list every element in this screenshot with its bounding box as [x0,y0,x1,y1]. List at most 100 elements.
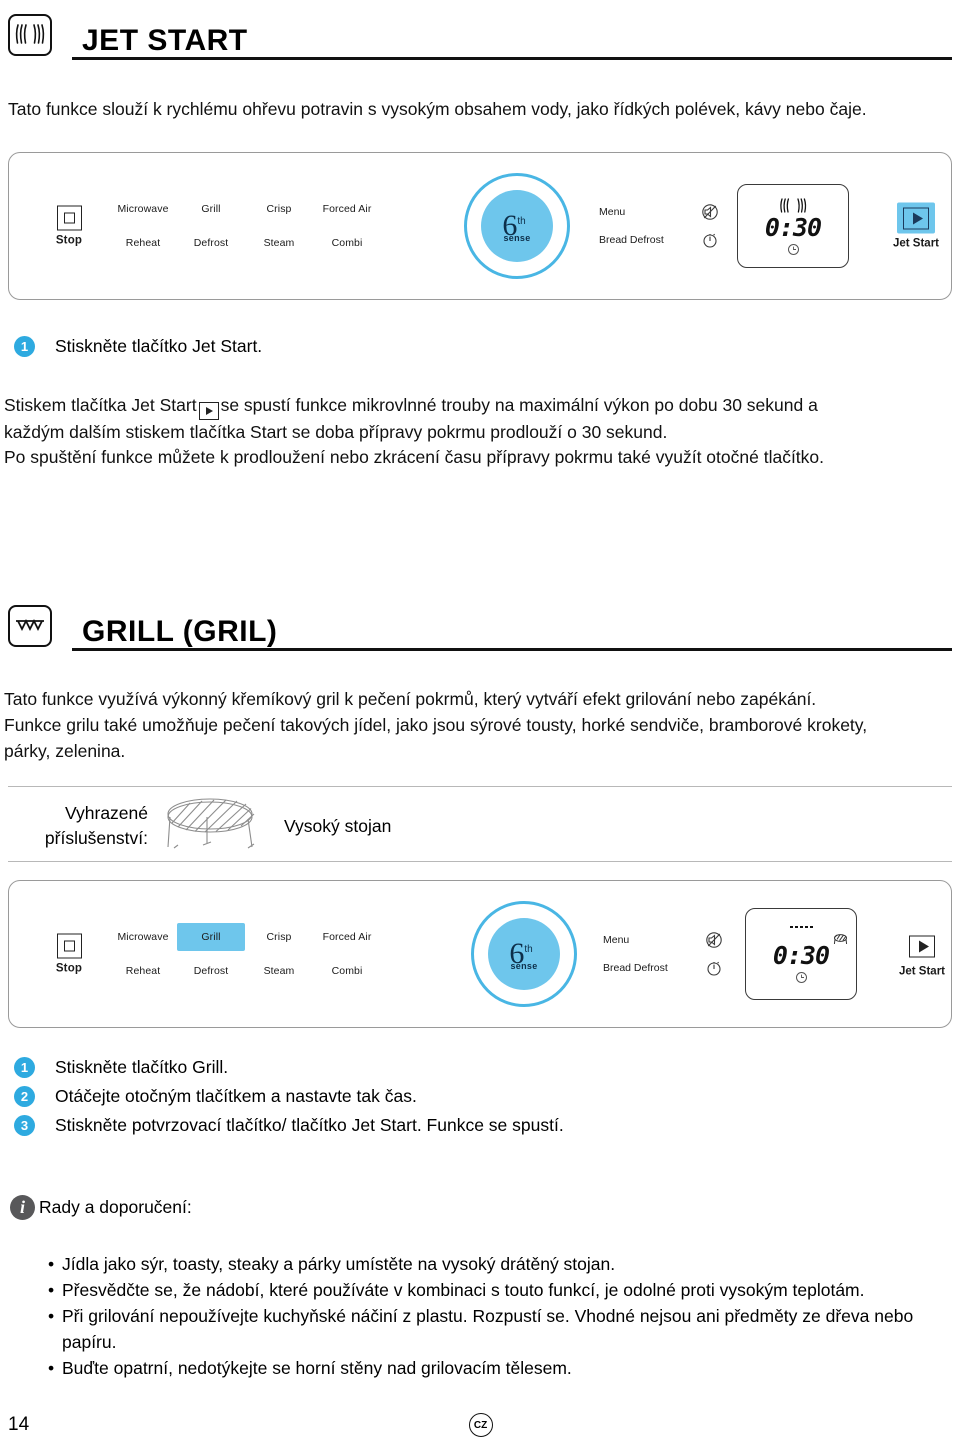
dial-six-digit-2: 6 [509,937,525,970]
bread-defrost-button-2[interactable]: Bread Defrost [603,954,723,982]
menu-options-1[interactable]: Menu Bread Defrost [599,198,719,254]
grill-rack-indicator-icon [833,934,848,945]
stop-button[interactable]: Stop [41,205,97,247]
jet-start-body: Stiskem tlačítka Jet Start se spustí fun… [4,393,952,470]
display-top-indicators [746,923,856,945]
function-button-forced-air[interactable]: Forced Air [313,195,381,223]
body-text-part-b: se spustí funkce mikrovlnné trouby na ma… [220,395,818,415]
display-screen-2: 0:30 [745,908,857,1000]
function-button-steam[interactable]: Steam [245,957,313,985]
stop-square-icon [56,933,82,959]
control-panel-grill[interactable]: Stop Microwave Grill Crisp Forced Air Re… [8,880,952,1028]
display-time-value: 0:30 [764,213,822,242]
body-text-part-a: Stiskem tlačítka Jet Start [4,395,197,415]
control-panel-jet-start[interactable]: Stop Microwave Grill Crisp Forced Air Re… [8,152,952,300]
grill-header: GRILL (GRIL) [8,597,952,653]
function-button-crisp[interactable]: Crisp [245,923,313,951]
step-label: Stiskněte potvrzovací tlačítko/ tlačítko… [55,1115,564,1135]
grill-body: Tato funkce využívá výkonný křemíkový gr… [4,686,952,764]
step-label: Otáčejte otočným tlačítkem a nastavte ta… [55,1086,417,1106]
jet-start-key[interactable] [897,202,935,234]
function-button-grill-active[interactable]: Grill [177,923,245,951]
rotary-dial-6th-sense[interactable]: 6th sense [464,173,570,279]
grill-steps: 1 Stiskněte tlačítko Grill. 2 Otáčejte o… [14,1055,952,1142]
menu-button[interactable]: Menu [599,198,719,226]
step-label: Stiskněte tlačítko Grill. [55,1057,229,1077]
step-bullet: 2 [14,1086,35,1107]
play-triangle-icon [903,207,929,229]
function-button-combi[interactable]: Combi [313,229,381,257]
dial-six-digit: 6 [502,209,518,242]
step-item: 2 Otáčejte otočným tlačítkem a nastavte … [14,1084,952,1109]
function-button-microwave[interactable]: Microwave [109,195,177,223]
info-icon: i [10,1195,35,1220]
stop-button-2[interactable]: Stop [41,933,97,975]
accessory-rule-top [8,786,952,787]
timer-icon [705,959,723,977]
menu-label: Menu [599,206,626,218]
jet-start-button-2[interactable]: Jet Start [887,931,957,978]
jet-start-label-2: Jet Start [898,965,946,978]
menu-button-2[interactable]: Menu [603,926,723,954]
function-button-crisp[interactable]: Crisp [245,195,313,223]
jet-start-intro: Tato funkce slouží k rychlému ohřevu pot… [8,99,867,119]
function-button-reheat[interactable]: Reheat [109,229,177,257]
timer-icon [701,231,719,249]
bread-defrost-button[interactable]: Bread Defrost [599,226,719,254]
steam-waves-icon [738,195,848,215]
list-item: Jídla jako sýr, toasty, steaky a párky u… [48,1251,952,1277]
tips-heading-row: i Rady a doporučení: [10,1195,192,1220]
clock-icon [795,969,808,985]
dial-th-suffix: th [517,216,526,227]
locale-badge: CZ [468,1413,493,1437]
menu-label-2: Menu [603,934,630,946]
grill-section: GRILL (GRIL) [8,597,952,653]
accessory-rule-bottom [8,861,952,862]
accessory-label-line2: příslušenství: [44,828,148,848]
function-button-defrost[interactable]: Defrost [177,229,245,257]
function-button-grill[interactable]: Grill [177,195,245,223]
function-button-reheat[interactable]: Reheat [109,957,177,985]
dial-six-label: 6th [502,211,526,241]
menu-options-2[interactable]: Menu Bread Defrost [603,926,723,982]
function-button-steam[interactable]: Steam [245,229,313,257]
jet-start-label: Jet Start [892,237,940,250]
jet-start-icon [8,14,52,56]
jet-start-header: JET START [8,6,952,62]
function-buttons-grid-2[interactable]: Microwave Grill Crisp Forced Air Reheat … [109,923,381,985]
dial-inner-2: 6th sense [488,918,560,990]
step-bullet: 1 [14,1057,35,1078]
list-item: Přesvědčte se, že nádobí, které používát… [48,1277,952,1303]
accessory-label: Vyhrazené příslušenství: [8,801,148,851]
step-item: 1 Stiskněte tlačítko Grill. [14,1055,952,1080]
jet-start-body-line-2: každým dalším stiskem tlačítka Start se … [4,422,668,442]
jet-start-button-1[interactable]: Jet Start [881,202,951,250]
accessory-label-line1: Vyhrazené [64,803,148,823]
function-button-microwave[interactable]: Microwave [109,923,177,951]
jet-start-body-line-3: Po spuštění funkce můžete k prodloužení … [4,447,825,467]
function-button-defrost[interactable]: Defrost [177,957,245,985]
tips-heading: Rady a doporučení: [39,1197,192,1217]
dial-inner: 6th sense [481,190,553,262]
jet-start-key-2[interactable] [903,931,941,962]
grill-element-icon [790,926,813,928]
dial-six-label-2: 6th [509,939,533,969]
dial-th-suffix-2: th [524,944,533,955]
jet-start-steps: 1 Stiskněte tlačítko Jet Start. [14,334,952,363]
function-button-forced-air[interactable]: Forced Air [313,923,381,951]
page-footer: 14 CZ [8,1413,952,1437]
grill-body-line-3: párky, zelenina. [4,741,126,761]
bread-defrost-label-2: Bread Defrost [603,962,668,974]
function-button-combi[interactable]: Combi [313,957,381,985]
rotary-dial-6th-sense-2[interactable]: 6th sense [471,901,577,1007]
step-item: 3 Stiskněte potvrzovací tlačítko/ tlačít… [14,1113,952,1138]
list-item: Buďte opatrní, nedotýkejte se horní stěn… [48,1355,952,1381]
jet-start-section: JET START Tato funkce slouží k rychlému … [8,6,952,122]
list-item: Při grilování nepoužívejte kuchyňské náč… [48,1303,952,1355]
function-buttons-grid-1[interactable]: Microwave Grill Crisp Forced Air Reheat … [109,195,381,257]
crossed-speaker-icon [705,931,723,949]
stop-label-2: Stop [55,962,83,975]
bread-defrost-label: Bread Defrost [599,234,664,246]
display-screen-1: 0:30 [737,184,849,268]
accessory-name: Vysoký stojan [284,815,392,836]
